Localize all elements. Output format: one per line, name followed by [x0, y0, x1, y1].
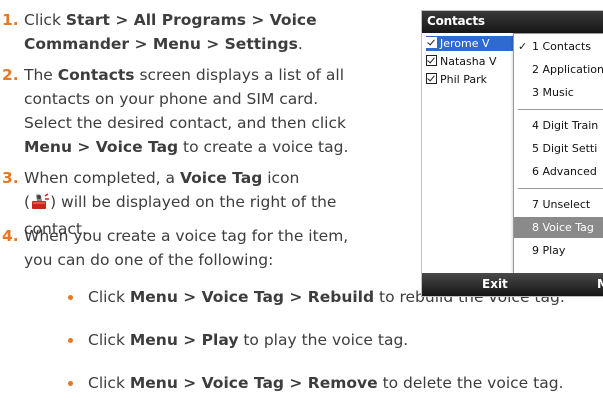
bullet-text-bold: Menu > Voice Tag > Remove [129, 374, 378, 392]
menu-item-contacts[interactable]: ✓ 1 Contacts [514, 36, 603, 57]
bullet-text-bold: Menu > Play [129, 331, 239, 349]
step-text: When completed, a [24, 169, 180, 187]
step-number: 1. [2, 11, 19, 29]
contact-name: Jerome V [440, 37, 490, 50]
exit-softkey[interactable]: Exit [482, 277, 508, 291]
menu-item-label: 7 Unselect [532, 198, 591, 211]
step-text: Select the desired contact, and then cli… [24, 114, 346, 132]
step-number: 4. [2, 227, 19, 245]
bullet-text: Click [88, 331, 130, 349]
phone-screenshot: Contacts Jerome V Natasha V Phil Park ✓ … [421, 10, 603, 297]
menu-item-advanced[interactable]: 6 Advanced [514, 161, 603, 182]
step-text: When you create a voice tag for the item… [24, 227, 349, 245]
contact-name: Phil Park [440, 73, 487, 86]
title-bar: Contacts [422, 11, 603, 33]
screen-title: Contacts [427, 14, 485, 28]
menu-item-unselect[interactable]: 7 Unselect [514, 194, 603, 215]
step-text: The [24, 66, 58, 84]
step-text: Click [24, 11, 66, 29]
menu-softkey[interactable]: M [597, 277, 603, 291]
step-text: . [297, 35, 303, 53]
menu-item-label: 1 Contacts [532, 40, 592, 53]
step-text: ) will be displayed on the right of the [50, 193, 337, 211]
checkmark-icon: ✓ [518, 40, 528, 53]
context-menu: ✓ 1 Contacts 2 Application 3 Music 4 Dig… [513, 33, 603, 274]
contact-item[interactable]: Natasha V [426, 54, 497, 69]
bullet-icon [68, 338, 73, 343]
contact-name: Natasha V [440, 55, 497, 68]
checkbox-icon [426, 73, 437, 84]
menu-item-music[interactable]: 3 Music [514, 82, 603, 103]
menu-item-application[interactable]: 2 Application [514, 59, 603, 80]
menu-divider [518, 188, 603, 189]
menu-item-digit-settings[interactable]: 5 Digit Setti [514, 138, 603, 159]
step-text-bold: Start > All Programs > Voice [65, 11, 317, 29]
step-number: 2. [2, 66, 19, 84]
bullet-icon [68, 381, 73, 386]
menu-item-label: 9 Play [532, 244, 566, 257]
menu-item-voice-tag[interactable]: 8 Voice Tag [514, 217, 603, 238]
menu-item-label: 2 Application [532, 63, 603, 76]
menu-item-label: 3 Music [532, 86, 574, 99]
contact-item[interactable]: Phil Park [426, 72, 487, 87]
checkbox-icon [426, 55, 437, 66]
menu-item-label: 8 Voice Tag [532, 221, 594, 234]
menu-item-digit-train[interactable]: 4 Digit Train [514, 115, 603, 136]
step-text: icon [262, 169, 300, 187]
bullet-text: Click [88, 374, 130, 392]
menu-divider [518, 109, 603, 110]
checkbox-icon [426, 37, 437, 48]
step-text: contacts on your phone and SIM card. [24, 90, 319, 108]
bullet-text: to play the voice tag. [238, 331, 409, 349]
menu-item-label: 4 Digit Train [532, 119, 599, 132]
step-text: to create a voice tag. [178, 138, 349, 156]
bullet-text: Click [88, 288, 130, 306]
menu-item-label: 6 Advanced [532, 165, 597, 178]
contact-item[interactable]: Jerome V [426, 36, 513, 51]
step-text-bold: Contacts [57, 66, 135, 84]
step-text-bold: Commander > Menu > Settings [24, 35, 298, 53]
step-text-bold: Voice Tag [179, 169, 263, 187]
voice-tag-icon [30, 193, 50, 217]
step-text: you can do one of the following: [24, 251, 274, 269]
bullet-text: to delete the voice tag. [377, 374, 564, 392]
step-text-bold: Menu > Voice Tag [24, 138, 179, 156]
bullet-icon [68, 295, 73, 300]
softkey-bar: Exit M [422, 273, 603, 296]
menu-item-play[interactable]: 9 Play [514, 240, 603, 261]
step-number: 3. [2, 169, 19, 187]
bullet-text-bold: Menu > Voice Tag > Rebuild [129, 288, 375, 306]
step-text: screen displays a list of all [134, 66, 345, 84]
menu-item-label: 5 Digit Setti [532, 142, 598, 155]
